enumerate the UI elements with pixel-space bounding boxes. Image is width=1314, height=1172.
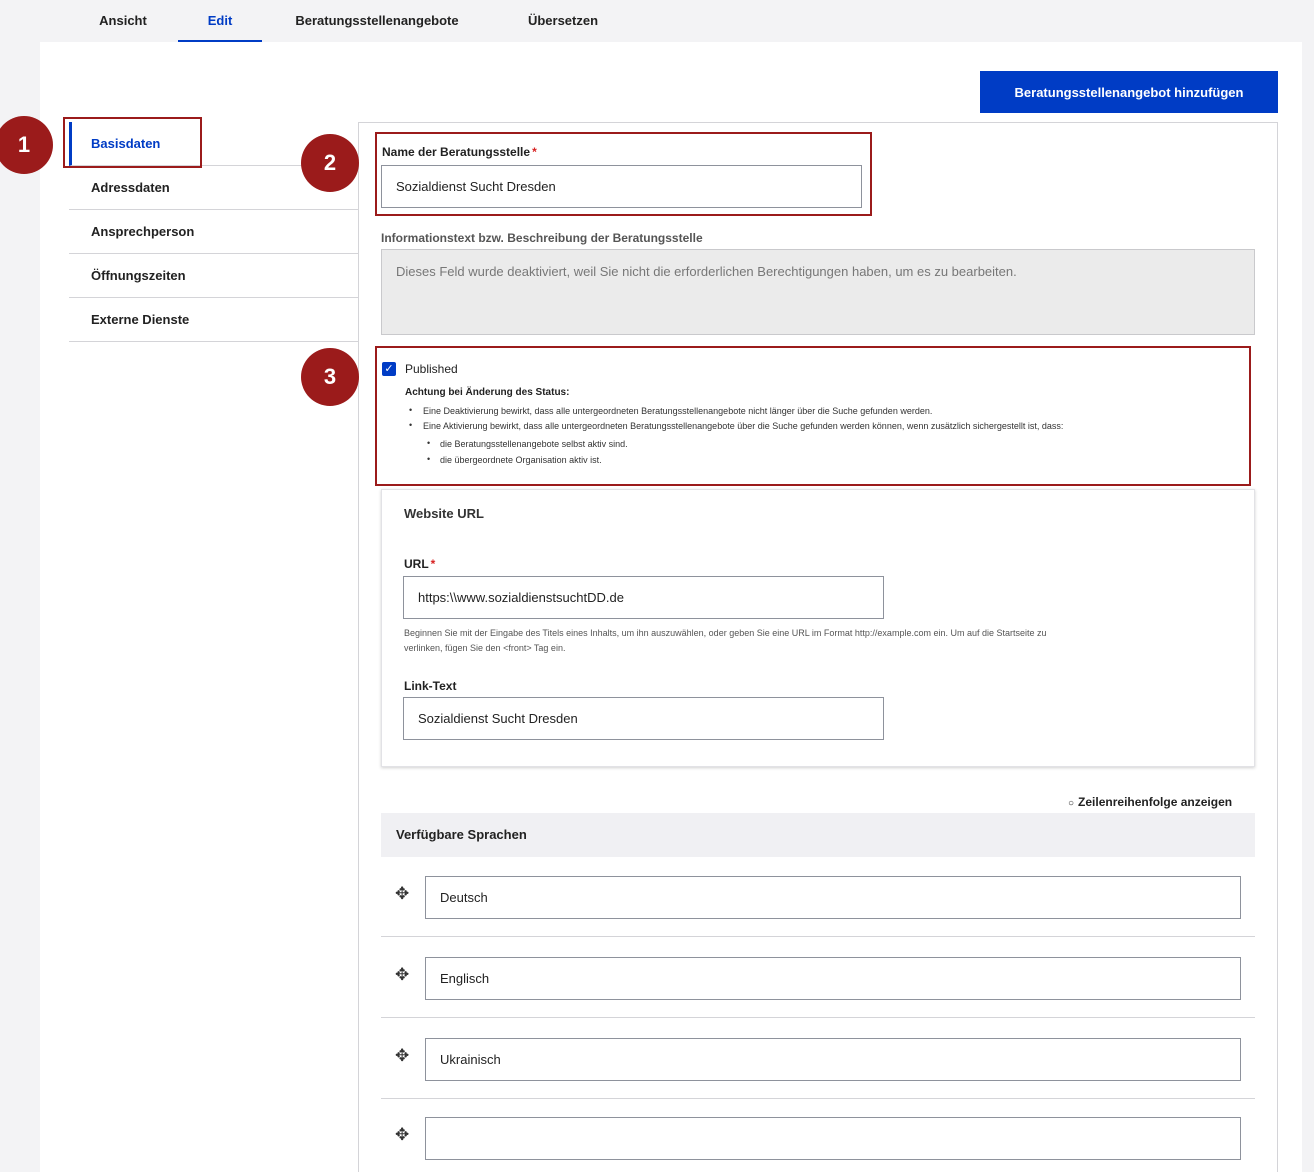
url-help-text: verlinken, fügen Sie den <front> Tag ein…	[404, 643, 566, 653]
language-input[interactable]: Ukrainisch	[425, 1038, 1241, 1081]
languages-header: Verfügbare Sprachen	[381, 813, 1255, 857]
bullet-dot-icon: •	[409, 420, 413, 430]
required-marker: *	[430, 557, 436, 571]
top-tab-bar: Ansicht Edit Beratungsstellenangebote Üb…	[40, 0, 1302, 42]
tab-uebersetzen[interactable]: Übersetzen	[518, 0, 608, 42]
bullet-dot-icon: •	[427, 438, 431, 448]
url-label: URL *	[404, 557, 436, 571]
status-sub-bullet: die übergeordnete Organisation aktiv ist…	[440, 455, 602, 465]
bullet-dot-icon: •	[409, 405, 413, 415]
published-label: Published	[405, 362, 458, 376]
tab-edit[interactable]: Edit	[178, 0, 262, 42]
add-offer-button[interactable]: Beratungsstellenangebot hinzufügen	[980, 71, 1278, 113]
drag-handle-icon[interactable]: ✥	[395, 1046, 409, 1066]
vtab-ansprechperson[interactable]: Ansprechperson	[69, 210, 358, 254]
tab-ansicht[interactable]: Ansicht	[88, 0, 158, 42]
url-help-text: Beginnen Sie mit der Eingabe des Titels …	[404, 628, 1047, 638]
name-input[interactable]: Sozialdienst Sucht Dresden	[381, 165, 862, 208]
name-label: Name der Beratungsstelle *	[382, 145, 537, 159]
status-bullet: Eine Aktivierung bewirkt, dass alle unte…	[423, 421, 1064, 431]
info-label: Informationstext bzw. Beschreibung der B…	[381, 231, 703, 245]
annotation-badge-2: 2	[301, 134, 359, 192]
language-input[interactable]: Englisch	[425, 957, 1241, 1000]
drag-handle-icon[interactable]: ✥	[395, 1125, 409, 1145]
language-input[interactable]: Deutsch	[425, 876, 1241, 919]
bullet-dot-icon: •	[427, 454, 431, 464]
info-textarea: Dieses Feld wurde deaktiviert, weil Sie …	[381, 249, 1255, 335]
row-order-link[interactable]: ○ Zeilenreihenfolge anzeigen	[1068, 795, 1232, 809]
url-input[interactable]: https:\\www.sozialdienstsuchtDD.de	[403, 576, 884, 619]
language-input[interactable]	[425, 1117, 1241, 1160]
drag-handle-icon[interactable]: ✥	[395, 884, 409, 904]
drag-handle-icon[interactable]: ✥	[395, 965, 409, 985]
table-row: ✥ Ukrainisch	[381, 1018, 1255, 1099]
annotation-badge-3: 3	[301, 348, 359, 406]
link-text-input[interactable]: Sozialdienst Sucht Dresden	[403, 697, 884, 740]
vtab-oeffnungszeiten[interactable]: Öffnungszeiten	[69, 254, 358, 298]
table-row: ✥ Englisch	[381, 937, 1255, 1018]
vtab-externe-dienste[interactable]: Externe Dienste	[69, 298, 358, 342]
required-marker: *	[532, 145, 537, 159]
status-warning-title: Achtung bei Änderung des Status:	[405, 387, 570, 398]
published-checkbox[interactable]: ✓	[382, 362, 396, 376]
table-row: ✥ Deutsch	[381, 856, 1255, 937]
status-bullet: Eine Deaktivierung bewirkt, dass alle un…	[423, 406, 933, 416]
table-row: ✥	[381, 1097, 1255, 1172]
link-text-label: Link-Text	[404, 679, 457, 693]
website-title: Website URL	[404, 506, 484, 521]
eye-icon: ○	[1068, 798, 1075, 809]
tab-beratungsstellenangebote[interactable]: Beratungsstellenangebote	[284, 0, 470, 42]
status-sub-bullet: die Beratungsstellenangebote selbst akti…	[440, 439, 628, 449]
